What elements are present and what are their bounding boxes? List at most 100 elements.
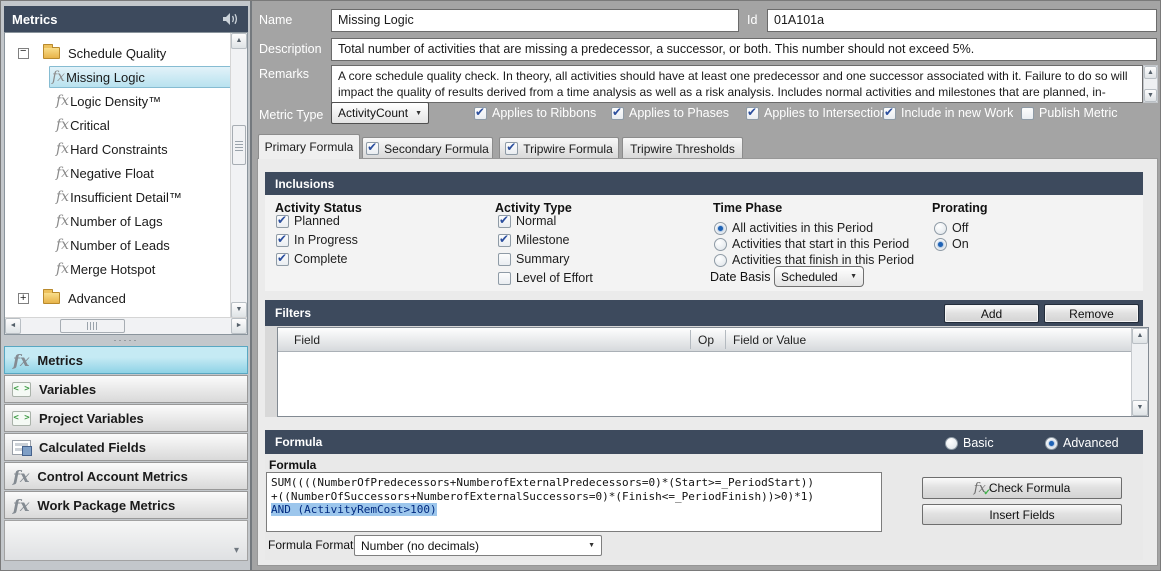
- tree-item-merge-hotspot[interactable]: Merge Hotspot: [6, 258, 228, 280]
- prorating-title: Prorating: [932, 201, 988, 215]
- tree-item-critical[interactable]: Critical: [6, 114, 228, 136]
- column-header-field[interactable]: Field: [294, 328, 320, 352]
- applies-to-phases-checkbox[interactable]: Applies to Phases: [611, 105, 729, 121]
- publish-metric-checkbox[interactable]: Publish Metric: [1021, 105, 1118, 121]
- check-formula-button[interactable]: Check Formula: [922, 477, 1122, 499]
- collapse-minus-icon[interactable]: [18, 48, 29, 59]
- expand-plus-icon[interactable]: [18, 293, 29, 304]
- column-header-op[interactable]: Op: [698, 328, 714, 352]
- sidebar-item-calculated-fields[interactable]: Calculated Fields: [4, 433, 248, 461]
- scrollbar-thumb[interactable]: [60, 319, 125, 333]
- add-filter-button[interactable]: Add: [944, 304, 1039, 323]
- radio-icon[interactable]: [934, 238, 947, 251]
- tree-horizontal-scrollbar[interactable]: [5, 317, 247, 334]
- scroll-down-icon[interactable]: [1144, 89, 1157, 102]
- formula-advanced-radio[interactable]: Advanced: [1045, 435, 1119, 451]
- tree-vertical-scrollbar[interactable]: [230, 33, 247, 318]
- tree-item-missing-logic[interactable]: Missing Logic: [49, 66, 233, 88]
- radio-icon[interactable]: [1045, 437, 1058, 450]
- time-phase-title: Time Phase: [713, 201, 782, 215]
- scroll-up-icon[interactable]: [1144, 66, 1157, 79]
- level-of-effort-checkbox[interactable]: Level of Effort: [498, 270, 593, 286]
- tree-item-hard-constraints[interactable]: Hard Constraints: [6, 138, 228, 160]
- activities-start-radio[interactable]: Activities that start in this Period: [714, 236, 909, 252]
- tab-primary-formula[interactable]: Primary Formula: [258, 134, 360, 159]
- complete-checkbox[interactable]: Complete: [276, 251, 348, 267]
- remove-filter-button[interactable]: Remove: [1044, 304, 1139, 323]
- sidebar-item-metrics[interactable]: Metrics: [4, 346, 248, 374]
- tab-tripwire-thresholds[interactable]: Tripwire Thresholds: [622, 137, 743, 159]
- tab-secondary-formula[interactable]: Secondary Formula: [362, 137, 493, 159]
- chevron-down-icon[interactable]: ▾: [234, 545, 239, 556]
- tab-tripwire-formula[interactable]: Tripwire Formula: [499, 137, 619, 159]
- scroll-up-icon[interactable]: [1132, 328, 1148, 344]
- radio-icon[interactable]: [945, 437, 958, 450]
- sidebar-item-work-package-metrics[interactable]: Work Package Metrics: [4, 491, 248, 519]
- formula-editor[interactable]: SUM((((NumberOfPredecessors+NumberofExte…: [266, 472, 882, 532]
- radio-icon[interactable]: [714, 238, 727, 251]
- checkbox-icon[interactable]: [276, 215, 289, 228]
- applies-to-intersection-checkbox[interactable]: Applies to Intersection: [746, 105, 887, 121]
- tree-item-logic-density[interactable]: Logic Density™: [6, 90, 228, 112]
- checkbox-icon[interactable]: [498, 234, 511, 247]
- tree-folder-schedule-quality[interactable]: Schedule Quality: [6, 42, 228, 64]
- formula-format-dropdown[interactable]: Number (no decimals) ▼: [354, 535, 602, 556]
- sidebar-item-control-account-metrics[interactable]: Control Account Metrics: [4, 462, 248, 490]
- checkbox-icon[interactable]: [366, 142, 379, 155]
- checkbox-icon[interactable]: [498, 253, 511, 266]
- scrollbar-thumb[interactable]: [232, 125, 246, 165]
- milestone-checkbox[interactable]: Milestone: [498, 232, 570, 248]
- sidebar-item-project-variables[interactable]: Project Variables: [4, 404, 248, 432]
- filters-table-scrollbar[interactable]: [1131, 328, 1148, 416]
- tree-item-insufficient-detail[interactable]: Insufficient Detail™: [6, 186, 228, 208]
- scroll-right-icon[interactable]: [231, 318, 247, 334]
- tree-folder-advanced[interactable]: Advanced: [6, 287, 228, 309]
- tree-item-number-of-leads[interactable]: Number of Leads: [6, 234, 228, 256]
- prorating-on-radio[interactable]: On: [934, 236, 969, 252]
- scroll-left-icon[interactable]: [5, 318, 21, 334]
- metric-type-dropdown[interactable]: ActivityCount ▼: [331, 102, 429, 124]
- planned-checkbox[interactable]: Planned: [276, 213, 340, 229]
- insert-fields-button[interactable]: Insert Fields: [922, 504, 1122, 525]
- date-basis-dropdown[interactable]: Scheduled ▼: [774, 266, 864, 287]
- checkbox-icon[interactable]: [883, 107, 896, 120]
- tree-item-label: Hard Constraints: [70, 142, 168, 157]
- in-progress-checkbox[interactable]: In Progress: [276, 232, 358, 248]
- radio-icon[interactable]: [934, 222, 947, 235]
- summary-checkbox[interactable]: Summary: [498, 251, 569, 267]
- all-activities-radio[interactable]: All activities in this Period: [714, 220, 873, 236]
- sidebar-item-variables[interactable]: Variables: [4, 375, 248, 403]
- panel-splitter[interactable]: ·····: [4, 337, 248, 345]
- checkbox-icon[interactable]: [498, 272, 511, 285]
- checkbox-icon[interactable]: [276, 234, 289, 247]
- applies-to-ribbons-checkbox[interactable]: Applies to Ribbons: [474, 105, 596, 121]
- id-input[interactable]: 01A101a: [767, 9, 1157, 32]
- checkbox-icon[interactable]: [1021, 107, 1034, 120]
- scroll-down-icon[interactable]: [1132, 400, 1148, 416]
- checkbox-icon[interactable]: [505, 142, 518, 155]
- prorating-off-radio[interactable]: Off: [934, 220, 968, 236]
- name-input[interactable]: Missing Logic: [331, 9, 739, 32]
- tree-item-negative-float[interactable]: Negative Float: [6, 162, 228, 184]
- sidebar-item-label: Project Variables: [39, 411, 144, 426]
- remarks-textarea[interactable]: A core schedule quality check. In theory…: [331, 65, 1143, 103]
- scroll-down-icon[interactable]: [231, 302, 247, 318]
- radio-icon[interactable]: [714, 254, 727, 267]
- column-header-field-or-value[interactable]: Field or Value: [733, 328, 806, 352]
- tree-item-number-of-lags[interactable]: Number of Lags: [6, 210, 228, 232]
- radio-icon[interactable]: [714, 222, 727, 235]
- metrics-panel-header: Metrics: [4, 6, 248, 32]
- checkbox-icon[interactable]: [474, 107, 487, 120]
- scroll-up-icon[interactable]: [231, 33, 247, 49]
- collapse-panel-icon[interactable]: [223, 12, 240, 26]
- dropdown-value: ActivityCount: [338, 106, 411, 120]
- checkbox-icon[interactable]: [498, 215, 511, 228]
- formula-basic-radio[interactable]: Basic: [945, 435, 994, 451]
- checkbox-icon[interactable]: [276, 253, 289, 266]
- description-input[interactable]: Total number of activities that are miss…: [331, 38, 1157, 61]
- include-in-new-workbook-checkbox[interactable]: Include in new Workbo: [883, 105, 1015, 121]
- normal-checkbox[interactable]: Normal: [498, 213, 556, 229]
- remarks-scrollbar[interactable]: [1143, 65, 1158, 103]
- checkbox-icon[interactable]: [611, 107, 624, 120]
- checkbox-icon[interactable]: [746, 107, 759, 120]
